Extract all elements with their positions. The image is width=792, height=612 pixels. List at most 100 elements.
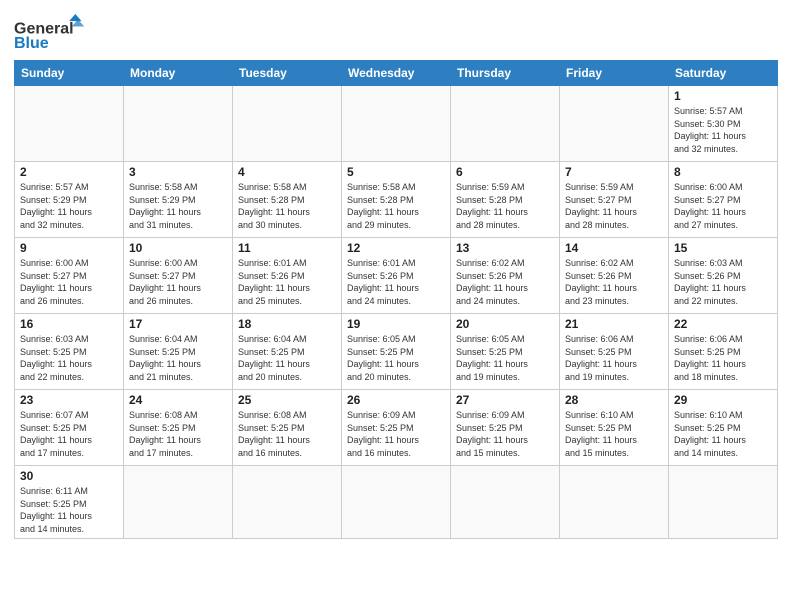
calendar-cell: 16 Sunrise: 6:03 AM Sunset: 5:25 PM Dayli… (15, 314, 124, 390)
day-number: 19 (347, 317, 445, 331)
day-number: 2 (20, 165, 118, 179)
week-row-4: 23Sunrise: 6:07 AM Sunset: 5:25 PM Dayli… (15, 390, 778, 466)
day-info: Sunrise: 6:09 AM Sunset: 5:25 PM Dayligh… (347, 409, 445, 459)
day-number: 12 (347, 241, 445, 255)
day-info: Sunrise: 5:59 AM Sunset: 5:27 PM Dayligh… (565, 181, 663, 231)
day-number: 5 (347, 165, 445, 179)
calendar-cell: 25Sunrise: 6:08 AM Sunset: 5:25 PM Dayli… (233, 390, 342, 466)
day-number: 4 (238, 165, 336, 179)
day-info: Sunrise: 6:08 AM Sunset: 5:25 PM Dayligh… (238, 409, 336, 459)
day-info: Sunrise: 5:58 AM Sunset: 5:28 PM Dayligh… (238, 181, 336, 231)
calendar-cell (560, 466, 669, 539)
day-info: Sunrise: 6:10 AM Sunset: 5:25 PM Dayligh… (565, 409, 663, 459)
day-number: 20 (456, 317, 554, 331)
calendar-cell (560, 86, 669, 162)
day-number: 30 (20, 469, 118, 483)
calendar-cell: 24 Sunrise: 6:08 AM Sunset: 5:25 PM Dayli… (124, 390, 233, 466)
calendar-cell: 5 Sunrise: 5:58 AM Sunset: 5:28 PM Daylig… (342, 162, 451, 238)
day-number: 13 (456, 241, 554, 255)
calendar-cell: 18Sunrise: 6:04 AM Sunset: 5:25 PM Dayli… (233, 314, 342, 390)
calendar-cell (15, 86, 124, 162)
day-info: Sunrise: 6:11 AM Sunset: 5:25 PM Dayligh… (20, 485, 118, 535)
day-number: 26 (347, 393, 445, 407)
calendar-cell: 27Sunrise: 6:09 AM Sunset: 5:25 PM Dayli… (451, 390, 560, 466)
day-info: Sunrise: 6:08 AM Sunset: 5:25 PM Dayligh… (129, 409, 227, 459)
calendar-table: SundayMondayTuesdayWednesdayThursdayFrid… (14, 60, 778, 539)
weekday-header-friday: Friday (560, 61, 669, 86)
day-info: Sunrise: 5:59 AM Sunset: 5:28 PM Dayligh… (456, 181, 554, 231)
week-row-2: 9 Sunrise: 6:00 AM Sunset: 5:27 PM Daylig… (15, 238, 778, 314)
calendar-cell (233, 86, 342, 162)
day-number: 29 (674, 393, 772, 407)
week-row-1: 2Sunrise: 5:57 AM Sunset: 5:29 PM Daylig… (15, 162, 778, 238)
day-number: 6 (456, 165, 554, 179)
calendar-cell: 2Sunrise: 5:57 AM Sunset: 5:29 PM Daylig… (15, 162, 124, 238)
calendar-cell (342, 466, 451, 539)
day-info: Sunrise: 6:09 AM Sunset: 5:25 PM Dayligh… (456, 409, 554, 459)
week-row-5: 30 Sunrise: 6:11 AM Sunset: 5:25 PM Dayli… (15, 466, 778, 539)
day-number: 11 (238, 241, 336, 255)
day-info: Sunrise: 6:02 AM Sunset: 5:26 PM Dayligh… (565, 257, 663, 307)
logo: General Blue (14, 10, 94, 54)
calendar-cell: 6 Sunrise: 5:59 AM Sunset: 5:28 PM Daylig… (451, 162, 560, 238)
day-info: Sunrise: 6:01 AM Sunset: 5:26 PM Dayligh… (347, 257, 445, 307)
weekday-header-monday: Monday (124, 61, 233, 86)
day-info: Sunrise: 5:58 AM Sunset: 5:29 PM Dayligh… (129, 181, 227, 231)
calendar-cell: 14 Sunrise: 6:02 AM Sunset: 5:26 PM Dayli… (560, 238, 669, 314)
day-info: Sunrise: 6:05 AM Sunset: 5:25 PM Dayligh… (456, 333, 554, 383)
day-number: 3 (129, 165, 227, 179)
weekday-header-thursday: Thursday (451, 61, 560, 86)
day-number: 17 (129, 317, 227, 331)
day-info: Sunrise: 6:06 AM Sunset: 5:25 PM Dayligh… (674, 333, 772, 383)
day-info: Sunrise: 6:01 AM Sunset: 5:26 PM Dayligh… (238, 257, 336, 307)
day-info: Sunrise: 5:58 AM Sunset: 5:28 PM Dayligh… (347, 181, 445, 231)
calendar-cell: 29 Sunrise: 6:10 AM Sunset: 5:25 PM Dayli… (669, 390, 778, 466)
calendar-cell: 17 Sunrise: 6:04 AM Sunset: 5:25 PM Dayli… (124, 314, 233, 390)
calendar-cell: 19 Sunrise: 6:05 AM Sunset: 5:25 PM Dayli… (342, 314, 451, 390)
day-number: 23 (20, 393, 118, 407)
calendar-page: General Blue SundayMondayTuesdayWednesda… (0, 0, 792, 612)
week-row-3: 16 Sunrise: 6:03 AM Sunset: 5:25 PM Dayli… (15, 314, 778, 390)
day-number: 14 (565, 241, 663, 255)
day-number: 7 (565, 165, 663, 179)
calendar-cell (124, 466, 233, 539)
calendar-cell: 28 Sunrise: 6:10 AM Sunset: 5:25 PM Dayli… (560, 390, 669, 466)
day-info: Sunrise: 6:00 AM Sunset: 5:27 PM Dayligh… (674, 181, 772, 231)
day-info: Sunrise: 5:57 AM Sunset: 5:30 PM Dayligh… (674, 105, 772, 155)
day-info: Sunrise: 6:10 AM Sunset: 5:25 PM Dayligh… (674, 409, 772, 459)
weekday-header-tuesday: Tuesday (233, 61, 342, 86)
day-number: 9 (20, 241, 118, 255)
day-info: Sunrise: 6:03 AM Sunset: 5:26 PM Dayligh… (674, 257, 772, 307)
day-info: Sunrise: 6:05 AM Sunset: 5:25 PM Dayligh… (347, 333, 445, 383)
day-info: Sunrise: 6:00 AM Sunset: 5:27 PM Dayligh… (129, 257, 227, 307)
calendar-cell: 4 Sunrise: 5:58 AM Sunset: 5:28 PM Daylig… (233, 162, 342, 238)
day-info: Sunrise: 6:00 AM Sunset: 5:27 PM Dayligh… (20, 257, 118, 307)
day-info: Sunrise: 6:02 AM Sunset: 5:26 PM Dayligh… (456, 257, 554, 307)
calendar-cell: 26 Sunrise: 6:09 AM Sunset: 5:25 PM Dayli… (342, 390, 451, 466)
logo-svg: General Blue (14, 14, 94, 54)
calendar-cell (669, 466, 778, 539)
calendar-cell (233, 466, 342, 539)
day-number: 16 (20, 317, 118, 331)
calendar-cell: 20 Sunrise: 6:05 AM Sunset: 5:25 PM Dayli… (451, 314, 560, 390)
day-number: 15 (674, 241, 772, 255)
day-number: 24 (129, 393, 227, 407)
calendar-cell (451, 86, 560, 162)
calendar-cell: 13 Sunrise: 6:02 AM Sunset: 5:26 PM Dayli… (451, 238, 560, 314)
calendar-cell (451, 466, 560, 539)
day-number: 28 (565, 393, 663, 407)
day-info: Sunrise: 6:04 AM Sunset: 5:25 PM Dayligh… (129, 333, 227, 383)
calendar-cell: 1 Sunrise: 5:57 AM Sunset: 5:30 PM Daylig… (669, 86, 778, 162)
day-info: Sunrise: 6:06 AM Sunset: 5:25 PM Dayligh… (565, 333, 663, 383)
calendar-cell (124, 86, 233, 162)
calendar-cell: 12 Sunrise: 6:01 AM Sunset: 5:26 PM Dayli… (342, 238, 451, 314)
day-info: Sunrise: 6:03 AM Sunset: 5:25 PM Dayligh… (20, 333, 118, 383)
weekday-header-wednesday: Wednesday (342, 61, 451, 86)
calendar-cell: 30 Sunrise: 6:11 AM Sunset: 5:25 PM Dayli… (15, 466, 124, 539)
calendar-cell: 8Sunrise: 6:00 AM Sunset: 5:27 PM Daylig… (669, 162, 778, 238)
day-info: Sunrise: 6:04 AM Sunset: 5:25 PM Dayligh… (238, 333, 336, 383)
weekday-header-sunday: Sunday (15, 61, 124, 86)
day-number: 1 (674, 89, 772, 103)
calendar-cell: 3 Sunrise: 5:58 AM Sunset: 5:29 PM Daylig… (124, 162, 233, 238)
calendar-cell: 10Sunrise: 6:00 AM Sunset: 5:27 PM Dayli… (124, 238, 233, 314)
